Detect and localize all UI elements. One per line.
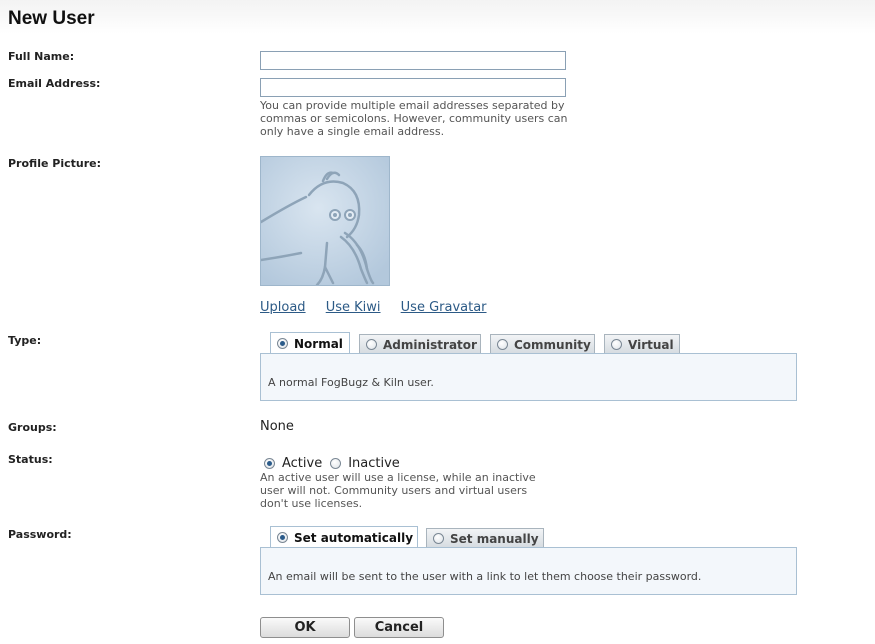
- email-label: Email Address:: [8, 77, 101, 90]
- tab-community-label: Community: [514, 337, 591, 352]
- status-active-label[interactable]: Active: [282, 456, 322, 471]
- kiwi-bird-icon: [259, 157, 389, 287]
- status-inactive-label[interactable]: Inactive: [348, 456, 400, 471]
- radio-icon: [366, 339, 377, 350]
- email-input[interactable]: [260, 78, 566, 97]
- tab-set-manually[interactable]: Set manually: [426, 528, 544, 548]
- radio-icon: [277, 532, 288, 543]
- radio-icon: [497, 339, 508, 350]
- kiwi-avatar-image: [259, 156, 390, 287]
- password-description: An email will be sent to the user with a…: [268, 570, 702, 583]
- cancel-button[interactable]: Cancel: [354, 617, 444, 638]
- tab-set-manually-label: Set manually: [450, 531, 539, 546]
- tab-set-automatically[interactable]: Set automatically: [270, 526, 418, 548]
- full-name-label: Full Name:: [8, 50, 75, 63]
- use-kiwi-link[interactable]: Use Kiwi: [326, 300, 381, 315]
- profile-picture-label: Profile Picture:: [8, 157, 101, 170]
- radio-icon: [277, 338, 288, 349]
- groups-label: Groups:: [8, 421, 57, 434]
- radio-active[interactable]: [264, 458, 275, 469]
- page-title: New User: [8, 8, 95, 29]
- tab-set-automatically-label: Set automatically: [294, 530, 414, 545]
- groups-value: None: [260, 419, 294, 434]
- ok-button[interactable]: OK: [260, 617, 350, 638]
- tab-normal-label: Normal: [294, 336, 343, 351]
- status-help-text: An active user will use a license, while…: [260, 471, 536, 510]
- profile-picture-links: Upload Use Kiwi Use Gravatar: [260, 300, 503, 315]
- tab-community[interactable]: Community: [490, 334, 595, 354]
- status-options: Active Inactive: [264, 456, 408, 471]
- full-name-input[interactable]: [260, 51, 566, 70]
- tab-administrator[interactable]: Administrator: [359, 334, 481, 354]
- tab-virtual[interactable]: Virtual: [604, 334, 680, 354]
- radio-icon: [433, 533, 444, 544]
- type-description-panel: A normal FogBugz & Kiln user.: [260, 353, 797, 401]
- tab-administrator-label: Administrator: [383, 337, 477, 352]
- password-description-panel: An email will be sent to the user with a…: [260, 547, 797, 595]
- radio-icon: [611, 339, 622, 350]
- tab-virtual-label: Virtual: [628, 337, 674, 352]
- type-description: A normal FogBugz & Kiln user.: [268, 376, 434, 389]
- upload-link[interactable]: Upload: [260, 300, 306, 315]
- password-label: Password:: [8, 528, 72, 541]
- type-label: Type:: [8, 334, 42, 347]
- radio-inactive[interactable]: [330, 458, 342, 469]
- tab-normal[interactable]: Normal: [270, 332, 350, 354]
- use-gravatar-link[interactable]: Use Gravatar: [401, 300, 487, 315]
- email-help-text: You can provide multiple email addresses…: [260, 99, 568, 138]
- status-label: Status:: [8, 453, 53, 466]
